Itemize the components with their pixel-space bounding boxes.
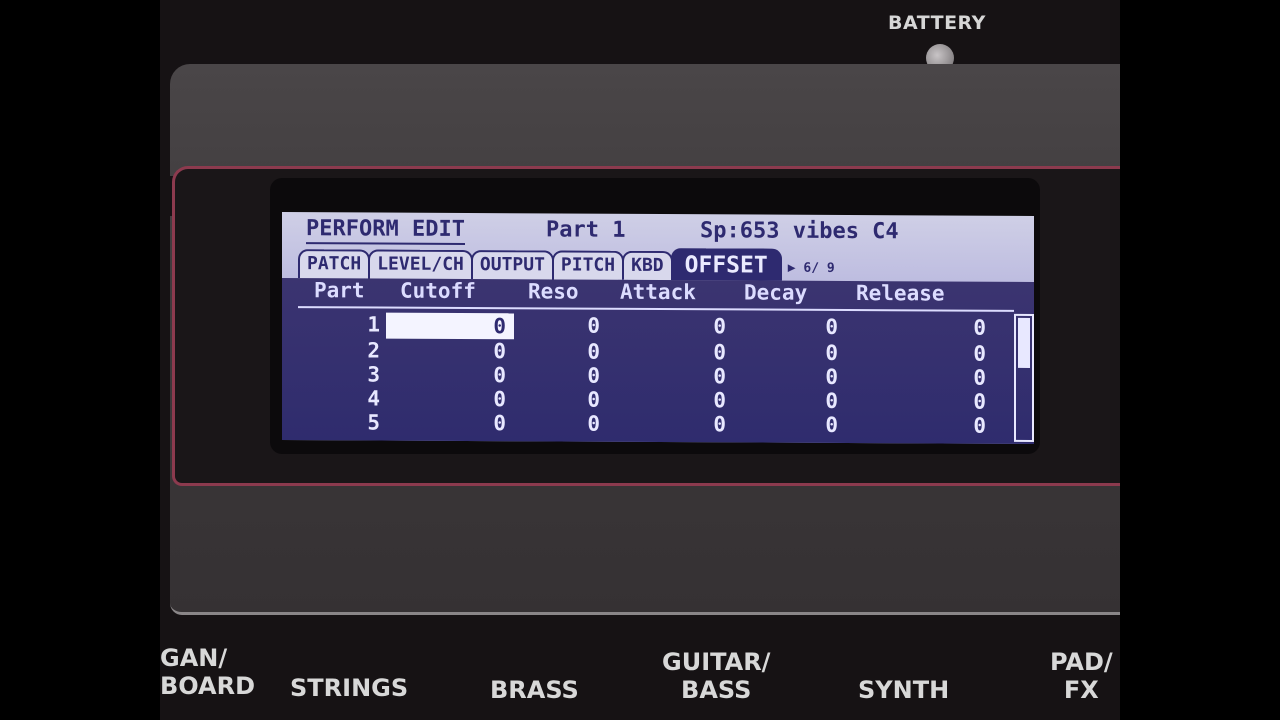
column-header-part: Part: [314, 278, 365, 303]
table-row: 1 0 0 0 0 0: [282, 312, 1022, 342]
column-header-attack: Attack: [620, 279, 696, 305]
brass-button-label[interactable]: BRASS: [490, 676, 579, 704]
cell-release[interactable]: 0: [946, 342, 986, 366]
screen-title: PERFORM EDIT: [306, 216, 465, 245]
cell-decay[interactable]: 0: [798, 389, 838, 413]
cell-attack[interactable]: 0: [686, 340, 726, 364]
lcd-screen: PERFORM EDIT Part 1 Sp:653 vibes C4 PATC…: [282, 212, 1034, 444]
column-header-decay: Decay: [744, 280, 808, 305]
current-patch: Sp:653 vibes C4: [700, 218, 899, 245]
cell-decay[interactable]: 0: [798, 315, 838, 339]
table-row: 5 0 0 0 0 0: [282, 410, 1022, 440]
cell-attack[interactable]: 0: [686, 364, 726, 388]
cell-decay[interactable]: 0: [798, 341, 838, 365]
cell-part: 3: [367, 362, 380, 387]
cell-cutoff[interactable]: 0: [466, 363, 506, 387]
cell-reso[interactable]: 0: [560, 339, 600, 364]
cell-reso[interactable]: 0: [560, 387, 600, 412]
cell-part: 5: [367, 410, 380, 435]
battery-label: BATTERY: [888, 12, 986, 34]
scrollbar-thumb[interactable]: [1018, 317, 1030, 368]
tab-bar: PATCH LEVEL/CH OUTPUT PITCH KBD OFFSET ▶…: [298, 248, 835, 281]
column-header-reso: Reso: [528, 279, 579, 304]
cell-part: 1: [367, 312, 380, 337]
cell-cutoff-selected[interactable]: 0: [386, 312, 514, 340]
cell-release[interactable]: 0: [946, 316, 986, 340]
table-scrollbar[interactable]: [1014, 313, 1034, 442]
cell-attack[interactable]: 0: [686, 388, 726, 412]
synth-button-label[interactable]: SYNTH: [858, 676, 949, 704]
cell-reso[interactable]: 0: [560, 411, 600, 436]
cell-release[interactable]: 0: [946, 366, 986, 390]
tab-offset[interactable]: OFFSET: [670, 248, 782, 281]
guitar-bass-button-label[interactable]: GUITAR/ BASS: [662, 648, 770, 704]
column-header-cutoff: Cutoff: [400, 278, 476, 304]
cell-release[interactable]: 0: [946, 390, 986, 414]
cell-release[interactable]: 0: [946, 414, 986, 438]
cell-decay[interactable]: 0: [798, 413, 838, 437]
cell-part: 4: [367, 386, 380, 411]
cell-attack[interactable]: 0: [686, 314, 726, 338]
cell-decay[interactable]: 0: [798, 365, 838, 389]
cell-cutoff[interactable]: 0: [466, 339, 506, 363]
cell-part: 2: [367, 338, 380, 363]
pad-fx-button-label[interactable]: PAD/ FX: [1050, 648, 1113, 704]
tab-kbd[interactable]: KBD: [622, 250, 673, 281]
tab-patch[interactable]: PATCH: [298, 249, 371, 279]
column-header-release: Release: [856, 281, 945, 306]
cell-reso[interactable]: 0: [560, 363, 600, 388]
tab-page-indicator[interactable]: ▶ 6/ 9: [780, 257, 835, 281]
cell-reso[interactable]: 0: [560, 313, 600, 338]
cell-cutoff[interactable]: 0: [466, 387, 506, 411]
tab-level-ch[interactable]: LEVEL/CH: [368, 249, 473, 280]
current-part: Part 1: [546, 217, 626, 243]
tab-pitch[interactable]: PITCH: [551, 250, 625, 280]
strings-button-label[interactable]: STRINGS: [290, 674, 408, 702]
organ-keyboard-button-label[interactable]: GAN/ BOARD: [160, 644, 255, 700]
cell-cutoff[interactable]: 0: [466, 411, 506, 435]
cell-attack[interactable]: 0: [686, 412, 726, 436]
tab-output[interactable]: OUTPUT: [470, 250, 554, 280]
